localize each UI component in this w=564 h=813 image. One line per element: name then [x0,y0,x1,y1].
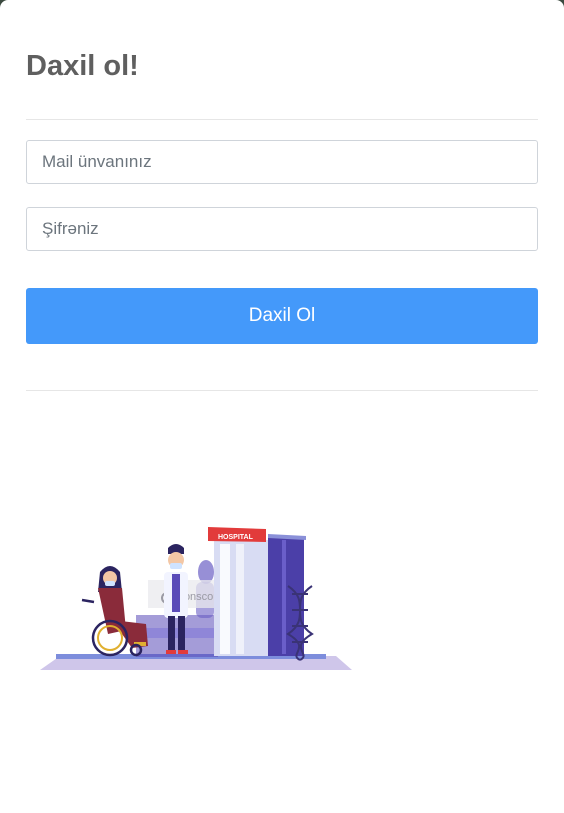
hospital-illustration: iconscout HOSPITAL [40,527,352,670]
hospital-sign-text: HOSPITAL [218,534,254,541]
login-card: Daxil ol! Daxil Ol iconscout HOSPITAL [0,0,564,813]
divider-bottom [26,390,538,391]
page-title: Daxil ol! [26,50,139,82]
hospital-tower-stripe [282,540,286,654]
email-field[interactable] [26,140,538,184]
login-button[interactable]: Daxil Ol [26,288,538,344]
password-field[interactable] [26,207,538,251]
hospital-window-2 [236,544,244,654]
divider-top [26,119,538,120]
wheelchair-patient-figure [98,566,148,648]
hospital-window-1 [220,544,230,654]
